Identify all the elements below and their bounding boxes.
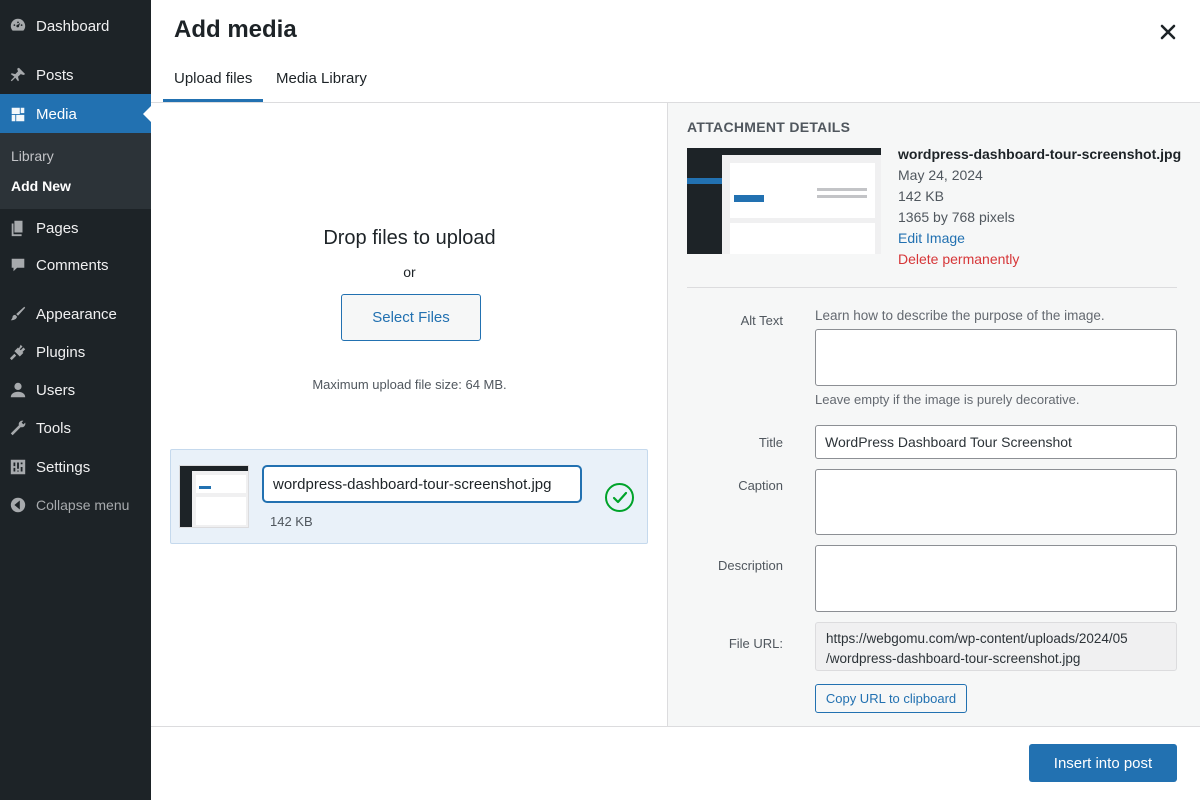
sidebar-item-pages[interactable]: Pages	[0, 210, 151, 246]
sidebar-item-label: Appearance	[36, 305, 117, 323]
sidebar-item-label: Settings	[36, 458, 91, 476]
sidebar-item-label: Media	[36, 105, 77, 123]
sidebar-item-plugins[interactable]: Plugins	[0, 334, 151, 370]
title-field[interactable]	[815, 425, 1177, 459]
title-label: Title	[758, 435, 783, 450]
file-url-line-2: /wordpress-dashboard-tour-screenshot.jpg	[826, 651, 1081, 666]
sidebar-item-tools[interactable]: Tools	[0, 410, 151, 446]
delete-permanently-link[interactable]: Delete permanently	[898, 251, 1019, 267]
tab-media-library[interactable]: Media Library	[276, 70, 367, 87]
edit-image-link[interactable]: Edit Image	[898, 230, 965, 246]
sidebar-item-label: Plugins	[36, 343, 86, 361]
dashboard-icon	[9, 17, 27, 35]
comment-icon	[9, 256, 27, 274]
sidebar-item-settings[interactable]: Settings	[0, 449, 151, 485]
description-field[interactable]	[815, 545, 1177, 612]
sidebar-item-label: Tools	[36, 419, 72, 437]
footer-divider	[151, 726, 1200, 727]
pin-icon	[9, 66, 27, 84]
plugin-icon	[9, 343, 27, 361]
insert-into-post-button[interactable]: Insert into post	[1029, 744, 1177, 782]
admin-sidebar: Dashboard Posts Media Library Add New Pa…	[0, 0, 151, 800]
description-label: Description	[717, 558, 783, 573]
pages-icon	[9, 219, 27, 237]
submenu-item-library[interactable]: Library	[11, 148, 54, 164]
sidebar-item-label: Dashboard	[36, 17, 110, 35]
file-thumbnail	[179, 465, 249, 528]
sidebar-item-dashboard[interactable]: Dashboard	[0, 8, 151, 44]
caption-field[interactable]	[815, 469, 1177, 535]
attachment-filename: wordpress-dashboard-tour-screenshot.jpg	[898, 146, 1182, 162]
sidebar-item-appearance[interactable]: Appearance	[0, 296, 151, 332]
details-divider	[687, 287, 1177, 288]
file-url-label: File URL:	[728, 636, 783, 651]
media-icon	[9, 105, 27, 123]
user-icon	[9, 381, 27, 399]
collapse-arrow-icon	[9, 496, 27, 514]
settings-icon	[9, 458, 27, 476]
collapse-menu-label: Collapse menu	[36, 497, 130, 513]
drop-files-text: Drop files to upload	[323, 227, 496, 249]
file-size: 142 KB	[270, 514, 313, 529]
attachment-thumbnail	[687, 148, 881, 254]
sidebar-item-label: Users	[36, 381, 76, 399]
sidebar-item-media[interactable]: Media	[0, 94, 151, 134]
max-upload-size-text: Maximum upload file size: 64 MB.	[312, 377, 507, 392]
or-text: or	[403, 264, 416, 280]
alt-text-label: Alt Text	[740, 313, 783, 328]
submenu-item-add-new[interactable]: Add New	[11, 178, 71, 194]
select-files-button[interactable]: Select Files	[341, 294, 481, 341]
close-icon[interactable]	[1156, 20, 1180, 44]
alt-text-description: Leave empty if the image is purely decor…	[815, 392, 1080, 407]
sidebar-item-users[interactable]: Users	[0, 372, 151, 408]
sidebar-item-posts[interactable]: Posts	[0, 57, 151, 93]
sidebar-item-label: Posts	[36, 66, 74, 84]
attachment-size: 142 KB	[898, 188, 944, 204]
copy-url-button[interactable]: Copy URL to clipboard	[815, 684, 967, 713]
modal-title: Add media	[174, 16, 297, 43]
collapse-menu-button[interactable]: Collapse menu	[0, 487, 151, 523]
alt-text-field[interactable]	[815, 329, 1177, 386]
attachment-details-header: ATTACHMENT DETAILS	[687, 119, 851, 135]
file-url-field[interactable]: https://webgomu.com/wp-content/uploads/2…	[815, 622, 1177, 671]
sidebar-item-comments[interactable]: Comments	[0, 247, 151, 283]
caption-label: Caption	[738, 478, 783, 493]
file-name-input[interactable]	[263, 466, 581, 502]
sidebar-item-label: Comments	[36, 256, 109, 274]
wrench-icon	[9, 419, 27, 437]
attachment-date: May 24, 2024	[898, 167, 983, 183]
tab-upload-files[interactable]: Upload files	[174, 70, 252, 87]
attachment-dimensions: 1365 by 768 pixels	[898, 209, 1015, 225]
media-submenu: Library Add New	[0, 133, 151, 209]
sidebar-item-label: Pages	[36, 219, 79, 237]
file-url-line-1: https://webgomu.com/wp-content/uploads/2…	[826, 631, 1128, 646]
upload-complete-check-icon	[605, 483, 634, 512]
alt-text-help-link[interactable]: Learn how to describe the purpose of the…	[815, 308, 1105, 323]
brush-icon	[9, 305, 27, 323]
